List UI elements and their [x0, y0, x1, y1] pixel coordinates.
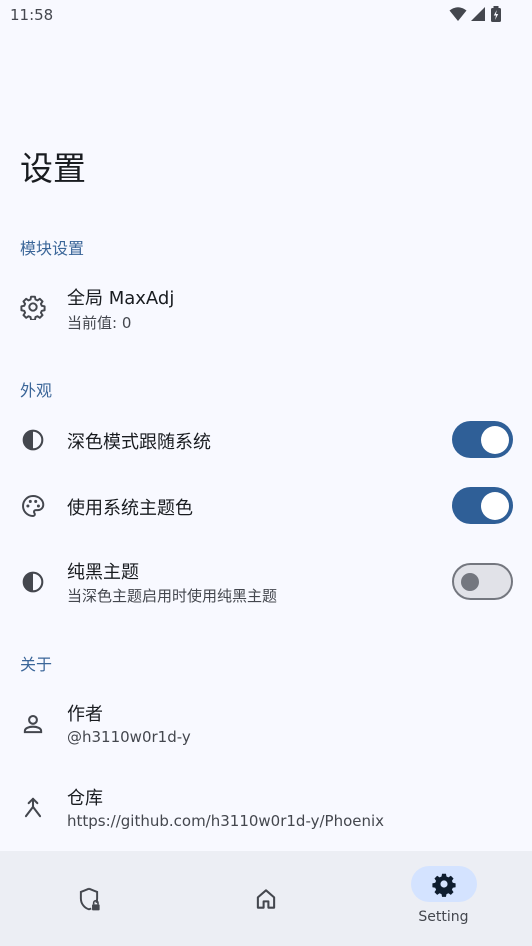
gear-icon: [431, 871, 457, 897]
shield-lock-icon: [76, 886, 102, 912]
battery-icon: [490, 6, 502, 22]
pure-black-toggle[interactable]: [452, 563, 513, 600]
setting-title: 深色模式跟随系统: [67, 432, 211, 453]
bottom-navigation-bar: Setting: [0, 851, 532, 946]
signal-icon: [471, 6, 486, 22]
setting-system-theme-color[interactable]: 使用系统主题色: [0, 473, 532, 537]
system-theme-color-toggle[interactable]: [452, 487, 513, 524]
section-header-appearance: 外观: [20, 381, 53, 400]
merge-icon: [20, 795, 46, 821]
about-title: 作者: [67, 704, 103, 725]
setting-dark-follow-system[interactable]: 深色模式跟随系统: [0, 407, 532, 471]
status-icons: [449, 6, 502, 22]
repository-link[interactable]: https://github.com/h3110w0r1d-y/Phoenix: [67, 812, 384, 830]
nav-item-home[interactable]: [177, 851, 354, 946]
setting-global-maxadj[interactable]: 全局 MaxAdj 当前值: 0: [0, 270, 532, 344]
setting-title: 纯黑主题: [67, 562, 139, 583]
nav-item-shield[interactable]: [0, 851, 177, 946]
status-time: 11:58: [10, 6, 54, 24]
toggle-thumb: [481, 425, 509, 454]
status-bar: 11:58: [0, 0, 532, 30]
gear-icon: [20, 294, 46, 320]
dark-follow-system-toggle[interactable]: [452, 421, 513, 458]
toggle-thumb: [461, 572, 479, 591]
nav-label: Setting: [418, 909, 469, 925]
section-header-module: 模块设置: [20, 239, 85, 258]
setting-subtitle: 当深色主题启用时使用纯黑主题: [67, 587, 278, 605]
about-author[interactable]: 作者 @h3110w0r1d-y: [0, 688, 532, 762]
contrast-icon: [20, 569, 46, 595]
person-icon: [20, 711, 46, 737]
toggle-thumb: [481, 491, 509, 520]
setting-subtitle: 当前值: 0: [67, 314, 132, 332]
page-title: 设置: [20, 149, 86, 188]
settings-screen: 11:58 设置 模块设置 全局 MaxAdj 当前值: 0 外观 深色模式跟随…: [0, 0, 532, 946]
about-repository[interactable]: 仓库 https://github.com/h3110w0r1d-y/Phoen…: [0, 772, 532, 846]
nav-item-setting[interactable]: Setting: [355, 851, 532, 946]
about-title: 仓库: [67, 788, 103, 809]
setting-title: 全局 MaxAdj: [67, 288, 175, 309]
contrast-icon: [20, 427, 46, 453]
home-icon: [253, 886, 279, 912]
setting-pure-black[interactable]: 纯黑主题 当深色主题启用时使用纯黑主题: [0, 548, 532, 618]
setting-title: 使用系统主题色: [67, 498, 193, 519]
wifi-icon: [449, 6, 467, 22]
section-header-about: 关于: [20, 655, 53, 674]
about-subtitle: @h3110w0r1d-y: [67, 728, 191, 746]
palette-icon: [20, 493, 46, 519]
